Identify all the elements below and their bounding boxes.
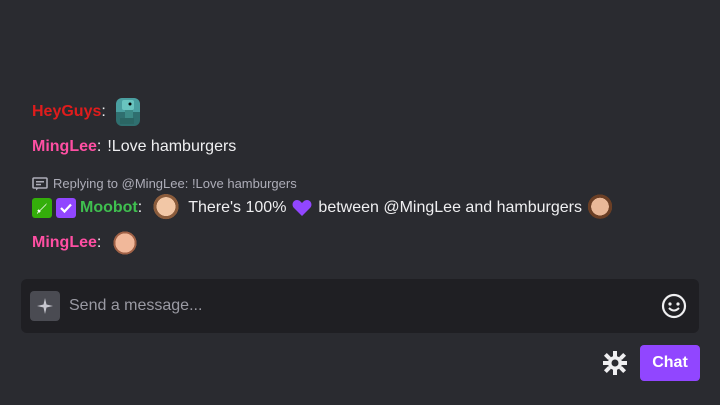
chat-send-button[interactable]: Chat xyxy=(640,345,700,381)
checkmark-icon xyxy=(60,203,72,214)
chat-message: HeyGuys : xyxy=(32,98,144,126)
composer-actions: Chat xyxy=(602,345,700,381)
message-input[interactable]: Send a message... xyxy=(69,297,661,315)
sparkle-button[interactable] xyxy=(30,291,60,321)
reply-context[interactable]: Replying to @MingLee: !Love hamburgers xyxy=(32,176,297,191)
chat-message: MingLee : xyxy=(32,229,143,257)
username[interactable]: HeyGuys xyxy=(32,103,101,121)
moderator-badge[interactable] xyxy=(32,198,52,218)
separator: : xyxy=(96,234,102,251)
chat-message: MingLee : !Love hamburgers xyxy=(32,138,236,156)
separator: : xyxy=(96,138,102,155)
gear-icon[interactable] xyxy=(602,350,628,376)
reply-text: Replying to @MingLee: !Love hamburgers xyxy=(53,176,297,191)
verified-badge[interactable] xyxy=(56,198,76,218)
sparkle-icon xyxy=(37,298,53,314)
chat-message: Moobot : There's 100% between @MingLee a… xyxy=(32,194,618,222)
face-emote[interactable] xyxy=(111,229,140,257)
message-text: !Love hamburgers xyxy=(107,138,237,155)
separator: : xyxy=(101,103,106,120)
reply-icon xyxy=(32,176,48,190)
smiley-icon[interactable] xyxy=(661,293,687,319)
username[interactable]: Moobot xyxy=(80,199,138,217)
sword-icon xyxy=(37,203,47,214)
message-text: between @MingLee and hamburgers xyxy=(318,199,582,216)
separator: : xyxy=(137,199,143,216)
username[interactable]: MingLee xyxy=(32,234,97,252)
message-text: There's 100% xyxy=(188,199,287,216)
username[interactable]: MingLee xyxy=(32,138,97,156)
dino-emote[interactable] xyxy=(115,98,140,126)
message-input-container[interactable]: Send a message... xyxy=(21,279,699,333)
face-emote[interactable] xyxy=(585,194,614,222)
face-emote[interactable] xyxy=(152,194,181,222)
heart-emote[interactable] xyxy=(292,199,312,217)
